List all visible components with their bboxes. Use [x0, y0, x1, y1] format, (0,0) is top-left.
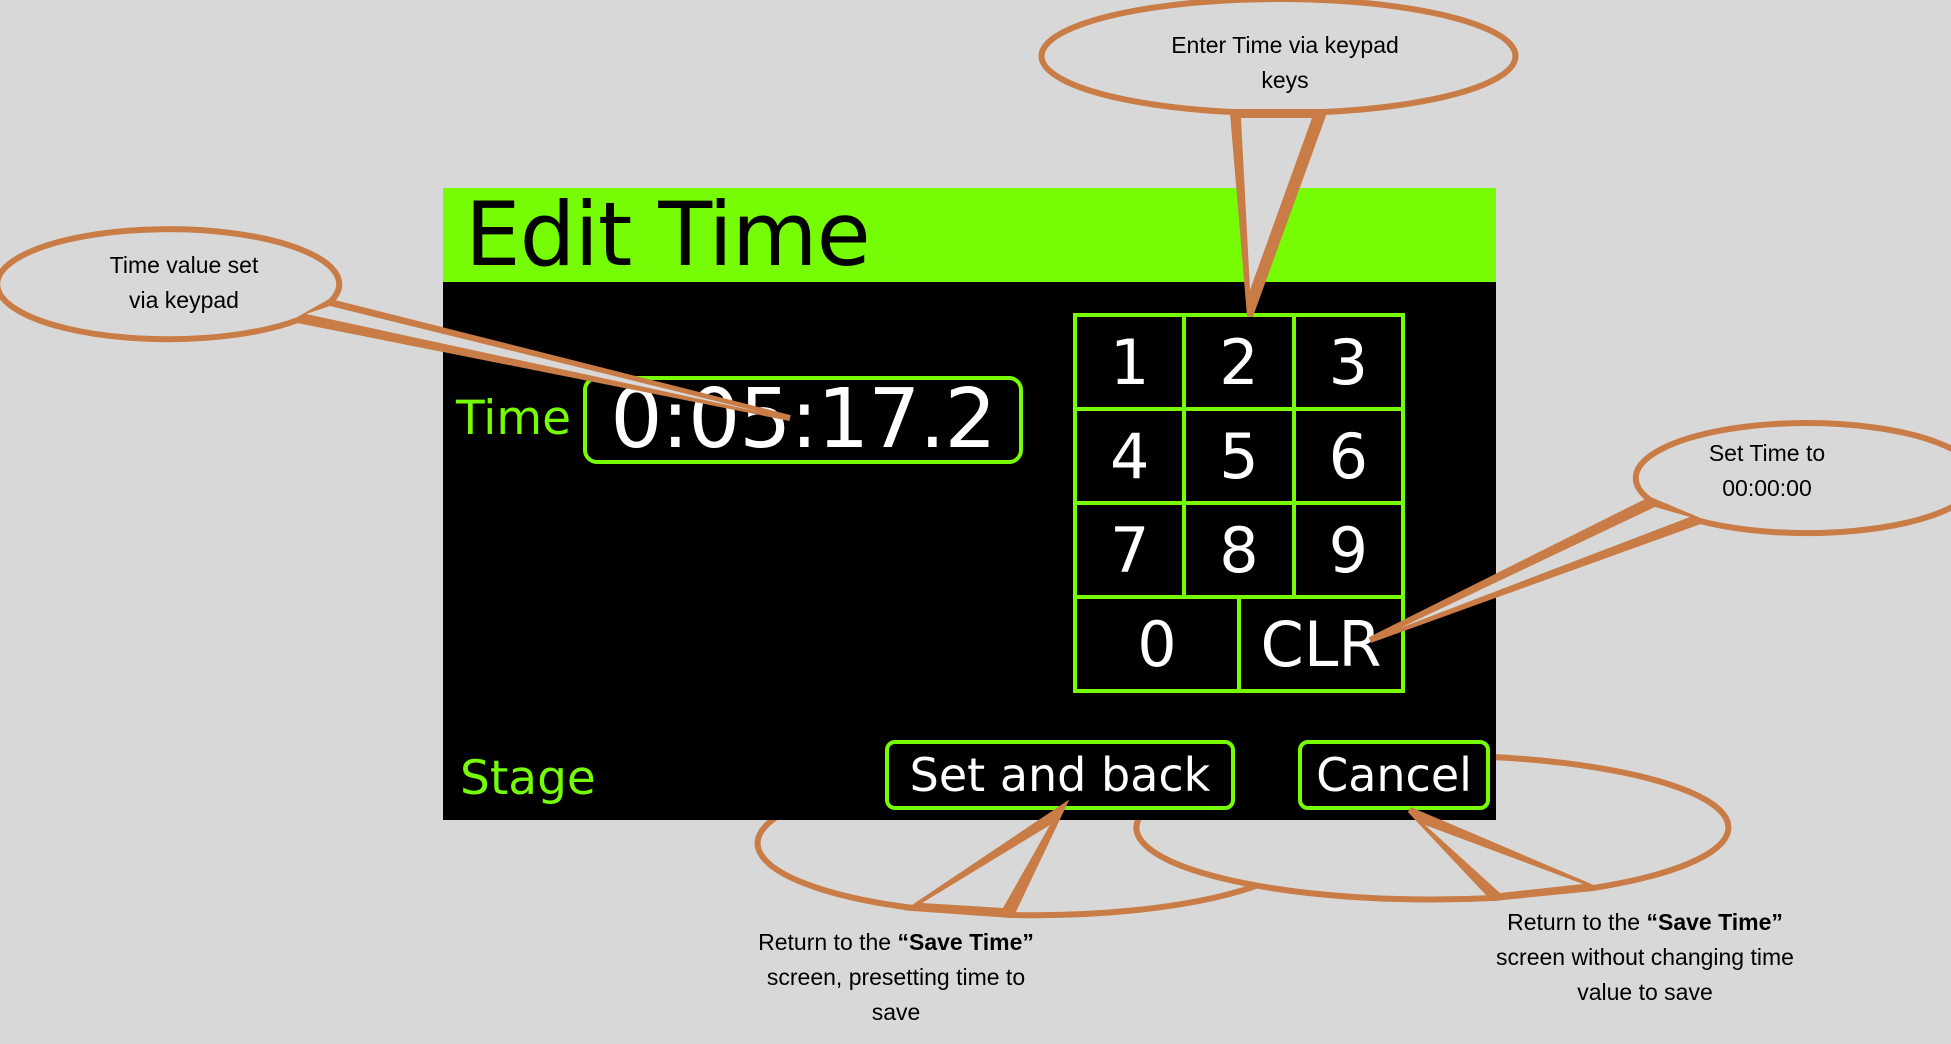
keypad-key-3[interactable]: 3 — [1293, 315, 1403, 409]
callout-time-value-text: Time value set via keypad — [109, 252, 259, 313]
callout-cancel-pointer — [1407, 807, 1595, 902]
page-title: Edit Time — [465, 183, 871, 286]
callout-keypad-text: Enter Time via keypad keys — [1171, 32, 1399, 93]
callout-clear-text: Set Time to 00:00:00 — [1708, 440, 1826, 501]
set-and-back-button[interactable]: Set and back — [885, 740, 1235, 810]
keypad-key-9[interactable]: 9 — [1293, 503, 1403, 597]
keypad-key-7[interactable]: 7 — [1075, 503, 1185, 597]
cancel-button[interactable]: Cancel — [1298, 740, 1490, 810]
keypad-clear-button[interactable]: CLR — [1239, 597, 1403, 691]
keypad: 1 2 3 4 5 6 7 8 9 0 CLR — [1073, 313, 1405, 693]
keypad-key-0[interactable]: 0 — [1075, 597, 1239, 691]
callout-cancel-text: Return to the “Save Time” screen without… — [1496, 909, 1794, 1005]
keypad-key-5[interactable]: 5 — [1184, 409, 1294, 503]
keypad-key-2[interactable]: 2 — [1184, 315, 1294, 409]
edit-time-screen: Edit Time Time 0:05:17.2 1 2 3 4 5 6 7 8… — [443, 188, 1496, 820]
callout-set-back-pointer — [904, 799, 1070, 919]
stage-label: Stage — [460, 751, 596, 806]
keypad-key-4[interactable]: 4 — [1075, 409, 1185, 503]
keypad-key-8[interactable]: 8 — [1184, 503, 1294, 597]
title-bar: Edit Time — [443, 188, 1496, 282]
keypad-key-6[interactable]: 6 — [1293, 409, 1403, 503]
callout-set-and-back-text: Return to the “Save Time” screen, preset… — [758, 929, 1034, 1025]
keypad-key-1[interactable]: 1 — [1075, 315, 1185, 409]
time-value-display[interactable]: 0:05:17.2 — [583, 376, 1023, 464]
time-label: Time — [456, 391, 572, 446]
